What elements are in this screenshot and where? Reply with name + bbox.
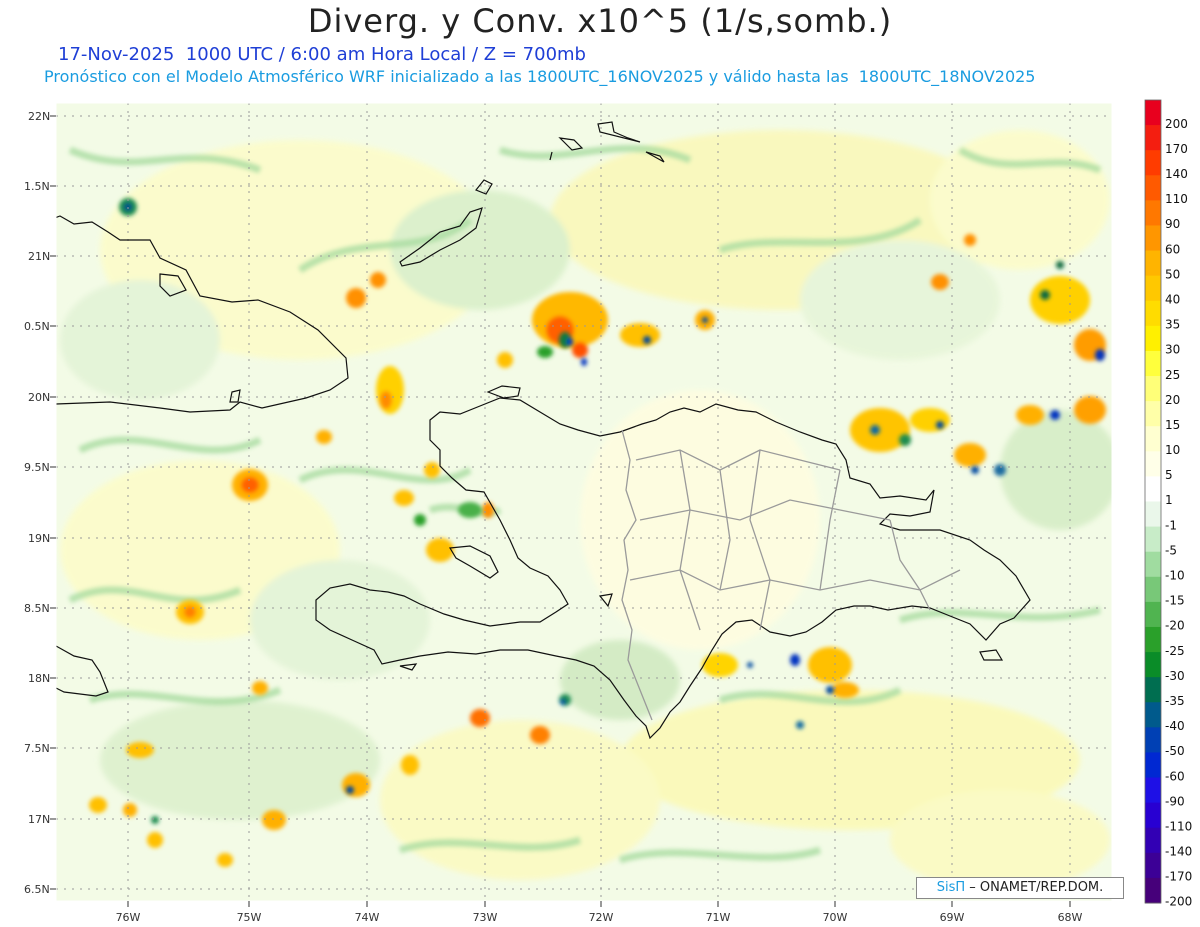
colorbar-label: 30	[1165, 343, 1180, 357]
colorbar-label: 60	[1165, 242, 1180, 256]
colorbar-label: 25	[1165, 368, 1180, 382]
lon-label: 68W	[1058, 911, 1083, 924]
colorbar: 200 170 140 110 90 60 50 40 35 30 25 20 15 10 5 1 -1 -5 -1…	[1144, 99, 1192, 909]
colorbar-label: -20	[1165, 619, 1185, 633]
colorbar-label: -1	[1165, 518, 1177, 532]
colorbar-swatch	[1145, 350, 1161, 377]
lat-label: 18N	[28, 672, 50, 685]
lon-label: 76W	[116, 911, 141, 924]
colorbar-swatch	[1145, 225, 1161, 252]
lat-label: 7.5N	[24, 742, 50, 755]
colorbar-swatch	[1145, 702, 1161, 728]
colorbar-label: -10	[1165, 569, 1185, 583]
colorbar-label: 15	[1165, 418, 1180, 432]
colorbar-swatch	[1145, 451, 1161, 477]
colorbar-label: 35	[1165, 318, 1180, 332]
colorbar-label: -30	[1165, 669, 1185, 683]
lon-label: 69W	[940, 911, 965, 924]
colorbar-label: 170	[1165, 142, 1188, 156]
colorbar-swatch	[1145, 501, 1161, 528]
colorbar-swatch	[1145, 125, 1161, 151]
lat-label: 22N	[28, 110, 50, 123]
credit-text: – ONAMET/REP.DOM.	[965, 880, 1104, 895]
colorbar-label: 40	[1165, 292, 1180, 306]
colorbar-swatch	[1145, 376, 1161, 402]
colorbar-label: -35	[1165, 694, 1185, 708]
colorbar-label: 5	[1165, 468, 1173, 482]
colorbar-label: -110	[1165, 819, 1192, 833]
colorbar-label: 20	[1165, 393, 1180, 407]
lat-label: 21N	[28, 250, 50, 263]
colorbar-label: -5	[1165, 543, 1177, 557]
colorbar-label: -15	[1165, 594, 1185, 608]
colorbar-swatch	[1145, 150, 1161, 176]
lat-label: 17N	[28, 813, 50, 826]
colorbar-swatch	[1145, 852, 1161, 879]
colorbar-label: 140	[1165, 167, 1188, 181]
colorbar-swatch	[1145, 100, 1161, 126]
colorbar-swatch	[1145, 175, 1161, 201]
colorbar-label: 200	[1165, 117, 1188, 131]
colorbar-swatch	[1145, 802, 1161, 829]
colorbar-swatch	[1145, 777, 1161, 804]
colorbar-label: -50	[1165, 744, 1185, 758]
lat-label: 8.5N	[24, 602, 50, 615]
lon-label: 74W	[355, 911, 380, 924]
lat-label: 9.5N	[24, 461, 50, 474]
lon-label: 71W	[706, 911, 731, 924]
lon-label: 73W	[473, 911, 498, 924]
colorbar-swatch	[1145, 300, 1161, 327]
lon-label: 70W	[823, 911, 848, 924]
credit-brand: SisΠ	[936, 880, 966, 895]
lat-label: 6.5N	[24, 883, 50, 896]
colorbar-label: -25	[1165, 644, 1185, 658]
colorbar-label: -140	[1165, 845, 1192, 859]
colorbar-swatch	[1145, 526, 1161, 553]
colorbar-swatch	[1145, 476, 1161, 502]
lon-label: 72W	[589, 911, 614, 924]
lat-label: 0.5N	[24, 320, 50, 333]
colorbar-swatch	[1145, 426, 1161, 452]
colorbar-swatch	[1145, 677, 1161, 703]
colorbar-swatch	[1145, 727, 1161, 753]
lat-label: 20N	[28, 391, 50, 404]
colorbar-swatch	[1145, 200, 1161, 226]
colorbar-label: 50	[1165, 267, 1180, 281]
colorbar-label: 10	[1165, 443, 1180, 457]
colorbar-swatch	[1145, 401, 1161, 427]
lat-label: 1.5N	[24, 180, 50, 193]
colorbar-swatch	[1145, 325, 1161, 352]
colorbar-label: 1	[1165, 493, 1173, 507]
colorbar-label: -200	[1165, 895, 1192, 909]
colorbar-swatch	[1145, 652, 1161, 678]
colorbar-swatch	[1145, 275, 1161, 302]
longitude-labels: 76W 75W 74W 73W 72W 71W 70W 69W 68W	[116, 911, 1083, 924]
forecast-map: 22N 1.5N 21N 0.5N 20N 9.5N 19N 8.5N 18N …	[24, 99, 1192, 924]
colorbar-label: 90	[1165, 217, 1180, 231]
colorbar-label: -170	[1165, 870, 1192, 884]
lat-label: 19N	[28, 532, 50, 545]
colorbar-label: -60	[1165, 769, 1185, 783]
colorbar-swatch	[1145, 250, 1161, 277]
latitude-labels: 22N 1.5N 21N 0.5N 20N 9.5N 19N 8.5N 18N …	[24, 110, 50, 896]
colorbar-swatch	[1145, 576, 1161, 603]
colorbar-label: 110	[1165, 192, 1188, 206]
colorbar-swatch	[1145, 626, 1161, 653]
lon-label: 75W	[237, 911, 262, 924]
colorbar-swatch	[1145, 827, 1161, 854]
colorbar-swatch	[1145, 601, 1161, 628]
credit-box: SisΠ – ONAMET/REP.DOM.	[916, 877, 1124, 899]
colorbar-swatch	[1145, 551, 1161, 578]
colorbar-label: -90	[1165, 794, 1185, 808]
colorbar-swatch	[1145, 877, 1161, 904]
colorbar-label: -40	[1165, 719, 1185, 733]
colorbar-swatch	[1145, 752, 1161, 779]
